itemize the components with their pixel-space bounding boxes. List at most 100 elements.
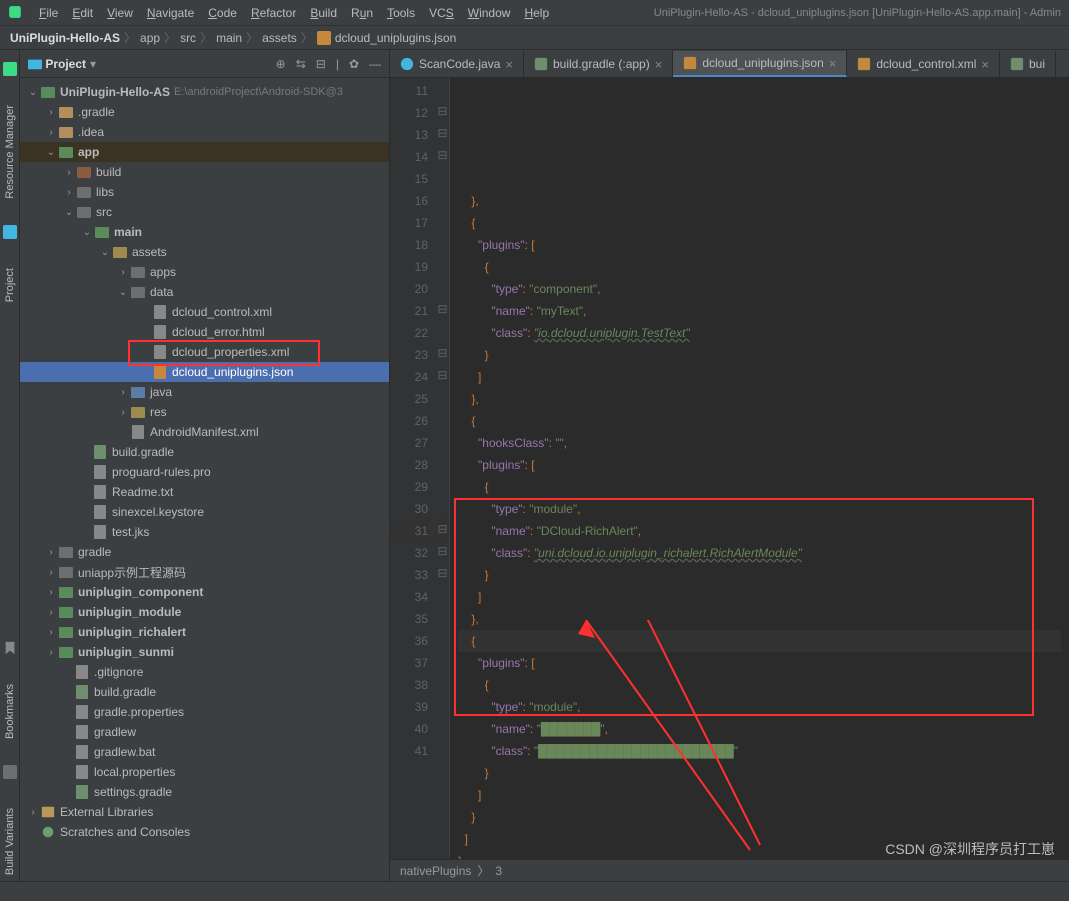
tree-gitignore[interactable]: .gitignore: [20, 662, 389, 682]
tree-gradle-dir[interactable]: ›gradle: [20, 542, 389, 562]
tree-readme[interactable]: Readme.txt: [20, 482, 389, 502]
menu-code[interactable]: Code: [201, 6, 244, 20]
crumb-assets[interactable]: assets: [262, 31, 297, 45]
tree-dcloud-error[interactable]: dcloud_error.html: [20, 322, 389, 342]
tree-root[interactable]: ⌄UniPlugin-Hello-ASE:\androidProject\And…: [20, 82, 389, 102]
menu-edit[interactable]: Edit: [65, 6, 100, 20]
bookmarks-icon[interactable]: [3, 641, 17, 658]
project-panel-title[interactable]: Project: [45, 57, 86, 71]
tree-dcloud-properties[interactable]: dcloud_properties.xml: [20, 342, 389, 362]
tree-idea[interactable]: ›.idea: [20, 122, 389, 142]
close-icon[interactable]: ×: [505, 57, 513, 72]
crumb-root[interactable]: UniPlugin-Hello-AS: [10, 31, 120, 45]
menu-window[interactable]: Window: [461, 6, 518, 20]
navigation-breadcrumb: UniPlugin-Hello-AS〉 app〉 src〉 main〉 asse…: [0, 26, 1069, 50]
tree-up-sunmi[interactable]: ›uniplugin_sunmi: [20, 642, 389, 662]
json-icon: [317, 31, 331, 45]
tree-sinexcel[interactable]: sinexcel.keystore: [20, 502, 389, 522]
tree-data[interactable]: ⌄data: [20, 282, 389, 302]
collapse-icon[interactable]: ⊟: [316, 57, 326, 71]
folder-icon: [28, 57, 42, 71]
editor-breadcrumb: nativePlugins 〉 3: [390, 859, 1069, 881]
build-variants-icon[interactable]: [3, 765, 17, 782]
menu-run[interactable]: Run: [344, 6, 380, 20]
tree-gradle[interactable]: ›.gradle: [20, 102, 389, 122]
tree-scratches[interactable]: Scratches and Consoles: [20, 822, 389, 842]
hide-icon[interactable]: —: [369, 57, 381, 71]
tree-local-props[interactable]: local.properties: [20, 762, 389, 782]
menu-help[interactable]: Help: [517, 6, 556, 20]
watermark: CSDN @深圳程序员打工崽: [885, 839, 1055, 859]
project-panel: Project ▾ ⊕ ⇆ ⊟ | ✿ — ⌄UniPlugin-Hello-A…: [20, 50, 390, 881]
tree-build-gradle[interactable]: build.gradle: [20, 442, 389, 462]
app-icon: [8, 5, 24, 21]
tree-manifest[interactable]: AndroidManifest.xml: [20, 422, 389, 442]
tab-scancode[interactable]: ScanCode.java×: [390, 51, 524, 77]
left-tool-rail: Resource Manager Project Bookmarks Build…: [0, 50, 20, 881]
crumb-app[interactable]: app: [140, 31, 160, 45]
tree-app[interactable]: ⌄app: [20, 142, 389, 162]
expand-icon[interactable]: ⇆: [296, 57, 306, 71]
project-icon[interactable]: [3, 225, 17, 242]
code-content[interactable]: uniapp 使用的插件名称和模块的包名+类名 }, { "plugins": …: [450, 78, 1069, 859]
menu-navigate[interactable]: Navigate: [140, 6, 201, 20]
tree-testjks[interactable]: test.jks: [20, 522, 389, 542]
menubar: File Edit View Navigate Code Refactor Bu…: [0, 0, 1069, 26]
tree-gradlew-bat[interactable]: gradlew.bat: [20, 742, 389, 762]
menu-vcs[interactable]: VCS: [422, 6, 461, 20]
divider: |: [336, 57, 339, 71]
rail-resource-manager[interactable]: Resource Manager: [2, 99, 18, 205]
settings-icon[interactable]: ✿: [349, 57, 359, 71]
tree-apps[interactable]: ›apps: [20, 262, 389, 282]
tree-dcloud-uniplugins[interactable]: dcloud_uniplugins.json: [20, 362, 389, 382]
tree-src[interactable]: ⌄src: [20, 202, 389, 222]
project-panel-header: Project ▾ ⊕ ⇆ ⊟ | ✿ —: [20, 50, 389, 78]
crumb-index[interactable]: 3: [495, 864, 502, 878]
tree-up-module[interactable]: ›uniplugin_module: [20, 602, 389, 622]
tab-build-gradle[interactable]: build.gradle (:app)×: [524, 51, 673, 77]
locate-icon[interactable]: ⊕: [276, 57, 286, 71]
editor-body[interactable]: 1112131415161718192021222324252627282930…: [390, 78, 1069, 859]
menu-refactor[interactable]: Refactor: [244, 6, 303, 20]
crumb-src[interactable]: src: [180, 31, 196, 45]
menu-build[interactable]: Build: [303, 6, 344, 20]
tree-libs[interactable]: ›libs: [20, 182, 389, 202]
close-icon[interactable]: ×: [829, 56, 837, 71]
statusbar: [0, 881, 1069, 901]
tab-dcloud-control[interactable]: dcloud_control.xml×: [847, 51, 1000, 77]
rail-project[interactable]: Project: [2, 262, 18, 308]
tab-dcloud-uniplugins[interactable]: dcloud_uniplugins.json×: [673, 51, 847, 77]
tree-main[interactable]: ⌄main: [20, 222, 389, 242]
menu-view[interactable]: View: [100, 6, 140, 20]
tree-up-component[interactable]: ›uniplugin_component: [20, 582, 389, 602]
close-icon[interactable]: ×: [981, 57, 989, 72]
project-tree[interactable]: ⌄UniPlugin-Hello-ASE:\androidProject\And…: [20, 78, 389, 881]
rail-build-variants[interactable]: Build Variants: [2, 802, 18, 881]
tree-build[interactable]: ›build: [20, 162, 389, 182]
tree-gradle-props[interactable]: gradle.properties: [20, 702, 389, 722]
resource-manager-icon[interactable]: [3, 62, 17, 79]
editor-tabs: ScanCode.java× build.gradle (:app)× dclo…: [390, 50, 1069, 78]
tree-proguard[interactable]: proguard-rules.pro: [20, 462, 389, 482]
menu-tools[interactable]: Tools: [380, 6, 422, 20]
tree-gradlew[interactable]: gradlew: [20, 722, 389, 742]
tree-java[interactable]: ›java: [20, 382, 389, 402]
window-title: UniPlugin-Hello-AS - dcloud_uniplugins.j…: [654, 7, 1061, 19]
tree-res[interactable]: ›res: [20, 402, 389, 422]
crumb-main[interactable]: main: [216, 31, 242, 45]
fold-gutter[interactable]: ⊟⊟⊟⊟⊟⊟⊟⊟⊟: [436, 78, 450, 859]
menu-file[interactable]: File: [32, 6, 65, 20]
tree-uniapp-demo[interactable]: ›uniapp示例工程源码: [20, 562, 389, 582]
tree-assets[interactable]: ⌄assets: [20, 242, 389, 262]
tab-bui[interactable]: bui: [1000, 51, 1056, 77]
crumb-nativeplugins[interactable]: nativePlugins: [400, 864, 471, 878]
crumb-file[interactable]: dcloud_uniplugins.json: [335, 31, 456, 45]
tree-dcloud-control[interactable]: dcloud_control.xml: [20, 302, 389, 322]
tree-external-libraries[interactable]: ›External Libraries: [20, 802, 389, 822]
tree-settings-gradle[interactable]: settings.gradle: [20, 782, 389, 802]
rail-bookmarks[interactable]: Bookmarks: [2, 678, 18, 745]
close-icon[interactable]: ×: [655, 57, 663, 72]
editor-area: ScanCode.java× build.gradle (:app)× dclo…: [390, 50, 1069, 881]
tree-build-gradle2[interactable]: build.gradle: [20, 682, 389, 702]
tree-up-richalert[interactable]: ›uniplugin_richalert: [20, 622, 389, 642]
